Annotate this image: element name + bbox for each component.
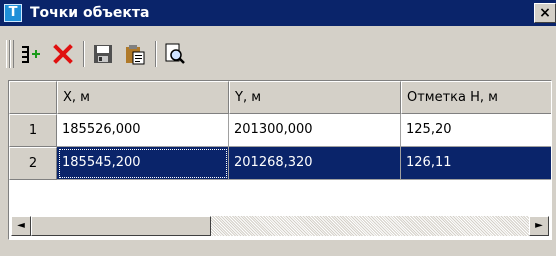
app-icon: T: [4, 4, 22, 22]
points-table: X, м Y, м Отметка H, м 1 185526,000 2013…: [8, 80, 552, 240]
scroll-left-button[interactable]: ◄: [11, 216, 31, 236]
points-window: T Точки объекта × X, м Y, м Отметка H, м…: [0, 0, 556, 256]
add-point-button[interactable]: [16, 39, 46, 69]
delete-point-button[interactable]: [48, 39, 78, 69]
table-header: X, м Y, м Отметка H, м: [9, 81, 551, 114]
window-title: Точки объекта: [30, 5, 150, 21]
toolbar-separator-2: [155, 41, 157, 67]
add-row-icon: [22, 46, 40, 63]
paste-icon: [126, 45, 145, 65]
close-button[interactable]: ×: [534, 3, 556, 23]
title-bar[interactable]: T Точки объекта ×: [0, 0, 556, 26]
column-header-h[interactable]: Отметка H, м: [401, 81, 551, 114]
corner-cell[interactable]: [9, 81, 57, 114]
toolbar-separator: [83, 41, 85, 67]
cell-x[interactable]: 185526,000: [57, 114, 229, 147]
scroll-right-button[interactable]: ►: [529, 216, 549, 236]
cell-y[interactable]: 201268,320: [229, 147, 401, 180]
cell-x[interactable]: 185545,200: [57, 147, 229, 180]
horizontal-scrollbar[interactable]: ◄ ►: [9, 214, 551, 239]
cell-h[interactable]: 125,20: [401, 114, 551, 147]
table-row-selected[interactable]: 2 185545,200 201268,320 126,11: [9, 147, 551, 180]
scroll-thumb[interactable]: [31, 216, 211, 236]
column-header-y[interactable]: Y, м: [229, 81, 401, 114]
row-number[interactable]: 2: [9, 147, 57, 180]
save-icon: [94, 45, 112, 63]
preview-points-button[interactable]: [160, 39, 190, 69]
paste-points-button[interactable]: [120, 39, 150, 69]
table-row[interactable]: 1 185526,000 201300,000 125,20: [9, 114, 551, 147]
row-number[interactable]: 1: [9, 114, 57, 147]
toolbar-grip-2[interactable]: [10, 40, 14, 68]
cell-y[interactable]: 201300,000: [229, 114, 401, 147]
column-header-x[interactable]: X, м: [57, 81, 229, 114]
save-points-button[interactable]: [88, 39, 118, 69]
delete-x-icon: [53, 44, 73, 64]
cell-h[interactable]: 126,11: [401, 147, 551, 180]
toolbar: [0, 36, 556, 74]
print-preview-icon: [165, 43, 185, 64]
